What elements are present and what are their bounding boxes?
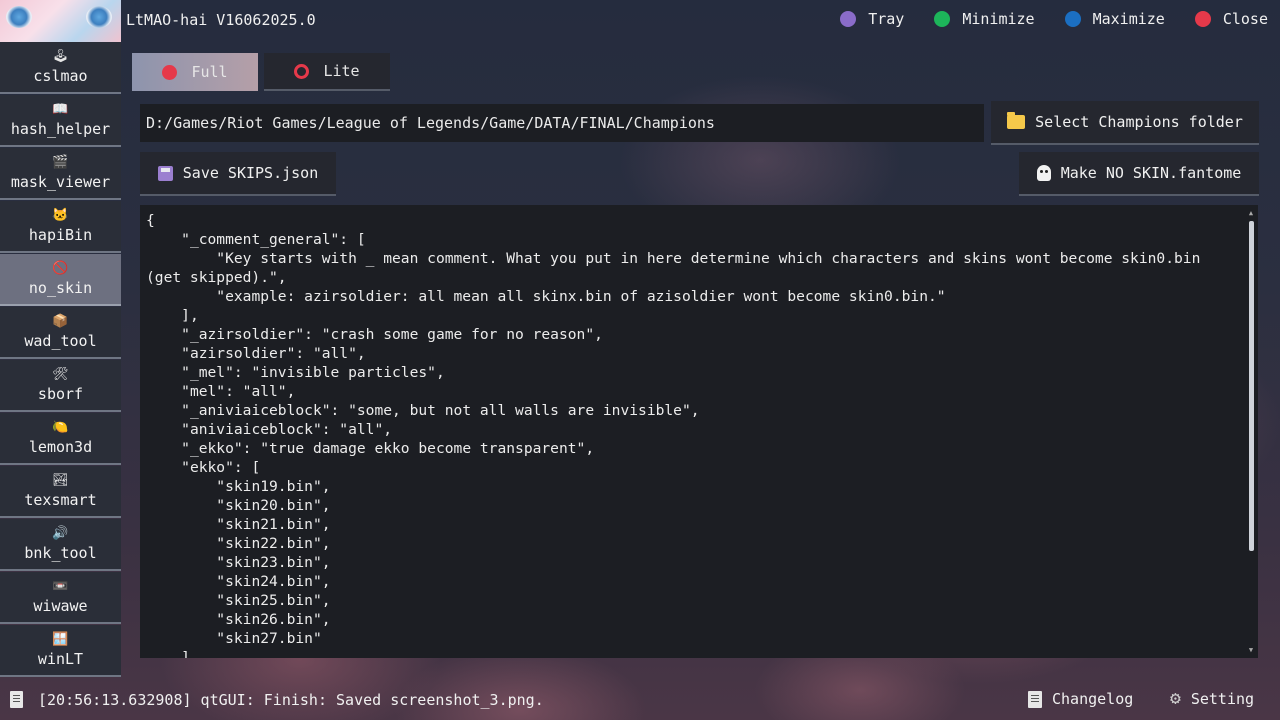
maximize-icon xyxy=(1064,11,1081,27)
mode-lite-label: Lite xyxy=(323,62,360,80)
app-title: LtMAO-hai V16062025.0 xyxy=(126,11,316,29)
close-icon xyxy=(1194,11,1211,27)
sidebar-item-label: wiwawe xyxy=(33,597,88,615)
sidebar-item-no-skin[interactable]: 🚫 no_skin xyxy=(0,254,121,306)
sidebar-item-label: cslmao xyxy=(33,67,88,85)
sidebar-item-label: winLT xyxy=(37,650,84,668)
maximize-label: Maximize xyxy=(1092,10,1165,28)
sidebar-item-label: sborf xyxy=(37,385,84,403)
sidebar-item-label: hapiBin xyxy=(28,226,93,244)
window-icon: 🪟 xyxy=(52,632,69,647)
prohibited-icon: 🚫 xyxy=(52,261,69,276)
setting-button[interactable]: ⚙ Setting xyxy=(1170,688,1255,709)
picture-icon: 🏞 xyxy=(52,473,69,488)
sidebar-item-texsmart[interactable]: 🏞 texsmart xyxy=(0,466,121,518)
ghost-icon xyxy=(1036,165,1051,181)
mode-full-label: Full xyxy=(191,63,228,81)
editor-content[interactable]: { "_comment_general": [ "Key starts with… xyxy=(146,211,1236,658)
make-no-skin-button[interactable]: Make NO SKIN.fantome xyxy=(1019,152,1259,196)
status-bar: [20:56:13.632908] qtGUI: Finish: Saved s… xyxy=(0,682,1280,720)
joystick-icon: 🕹 xyxy=(52,49,69,64)
setting-label: Setting xyxy=(1190,690,1255,708)
minimize-icon xyxy=(934,11,951,27)
sidebar-item-label: no_skin xyxy=(28,279,93,297)
tray-label: Tray xyxy=(868,10,905,28)
sidebar-item-label: bnk_tool xyxy=(24,544,97,562)
sidebar: 🕹 cslmao 📖 hash_helper 🎬 mask_viewer 🐱 h… xyxy=(0,42,121,678)
save-skips-button[interactable]: Save SKIPS.json xyxy=(140,152,336,196)
select-champions-folder-label: Select Champions folder xyxy=(1035,113,1243,131)
changelog-label: Changelog xyxy=(1052,690,1134,708)
sidebar-item-hash-helper[interactable]: 📖 hash_helper xyxy=(0,95,121,147)
maximize-button[interactable]: Maximize xyxy=(1064,10,1165,28)
avatar-eye-left xyxy=(6,6,32,28)
lemon-icon: 🍋 xyxy=(52,420,69,435)
select-champions-folder-button[interactable]: Select Champions folder xyxy=(991,101,1259,145)
sidebar-item-label: wad_tool xyxy=(24,332,97,350)
floppy-disk-icon xyxy=(157,165,173,181)
package-icon: 📦 xyxy=(52,314,69,329)
speaker-icon: 🔊 xyxy=(52,526,69,541)
document-icon xyxy=(1028,690,1042,708)
tools-icon: 🛠 xyxy=(52,367,69,382)
sidebar-item-cslmao[interactable]: 🕹 cslmao xyxy=(0,42,121,94)
sidebar-item-label: mask_viewer xyxy=(10,173,111,191)
champions-folder-input[interactable] xyxy=(140,104,984,142)
mode-full-button[interactable]: Full xyxy=(132,53,258,91)
sidebar-item-label: lemon3d xyxy=(28,438,93,456)
sidebar-item-lemon3d[interactable]: 🍋 lemon3d xyxy=(0,413,121,465)
editor-scrollbar[interactable]: ▲ ▼ xyxy=(1246,209,1256,654)
mode-lite-button[interactable]: Lite xyxy=(264,53,390,91)
radio-unselected-icon xyxy=(294,63,310,79)
close-button[interactable]: Close xyxy=(1194,10,1268,28)
save-skips-label: Save SKIPS.json xyxy=(182,164,319,182)
minimize-button[interactable]: Minimize xyxy=(934,10,1035,28)
avatar-eye-right xyxy=(86,6,112,28)
radio-selected-icon xyxy=(162,64,178,80)
scroll-down-arrow-icon[interactable]: ▼ xyxy=(1247,646,1255,654)
folder-icon xyxy=(1007,112,1026,129)
log-icon[interactable] xyxy=(10,691,23,708)
sidebar-item-wiwawe[interactable]: 📼 wiwawe xyxy=(0,572,121,624)
sidebar-item-sborf[interactable]: 🛠 sborf xyxy=(0,360,121,412)
videotape-icon: 📼 xyxy=(52,579,69,594)
sidebar-item-bnk-tool[interactable]: 🔊 bnk_tool xyxy=(0,519,121,571)
sidebar-item-wad-tool[interactable]: 📦 wad_tool xyxy=(0,307,121,359)
status-log-text: [20:56:13.632908] qtGUI: Finish: Saved s… xyxy=(38,691,544,709)
sidebar-item-label: hash_helper xyxy=(10,120,111,138)
tray-button[interactable]: Tray xyxy=(840,10,904,28)
cat-icon: 🐱 xyxy=(52,208,69,223)
sidebar-item-label: texsmart xyxy=(24,491,97,509)
sidebar-item-hapibin[interactable]: 🐱 hapiBin xyxy=(0,201,121,253)
scroll-up-arrow-icon[interactable]: ▲ xyxy=(1247,209,1255,217)
window-controls: Tray Minimize Maximize Close xyxy=(840,10,1268,28)
close-label: Close xyxy=(1222,10,1268,28)
minimize-label: Minimize xyxy=(962,10,1035,28)
make-no-skin-label: Make NO SKIN.fantome xyxy=(1060,164,1242,182)
tray-icon xyxy=(840,11,857,27)
avatar xyxy=(0,0,121,42)
skips-json-editor[interactable]: { "_comment_general": [ "Key starts with… xyxy=(140,205,1258,658)
scrollbar-thumb[interactable] xyxy=(1249,221,1254,551)
changelog-button[interactable]: Changelog xyxy=(1028,690,1133,708)
sidebar-item-winlt[interactable]: 🪟 winLT xyxy=(0,625,121,677)
title-bar: LtMAO-hai V16062025.0 Tray Minimize Maxi… xyxy=(0,0,1280,42)
clapperboard-icon: 🎬 xyxy=(52,155,69,170)
book-icon: 📖 xyxy=(52,102,69,117)
sidebar-item-mask-viewer[interactable]: 🎬 mask_viewer xyxy=(0,148,121,200)
gear-icon: ⚙ xyxy=(1170,688,1181,709)
